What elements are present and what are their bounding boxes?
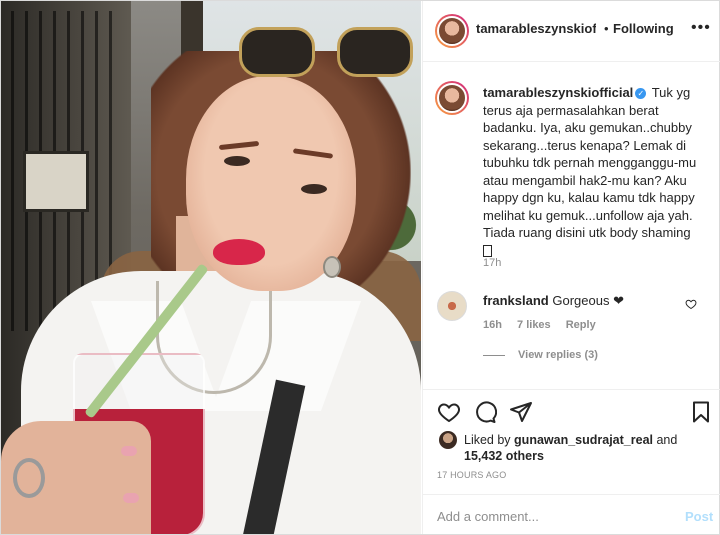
lips [213,239,265,265]
comment-text: Gorgeous ❤ [552,293,624,308]
comment-icon[interactable] [473,400,497,424]
background-window [23,151,89,212]
more-icon[interactable]: ••• [691,19,711,37]
comment-username[interactable]: franksland [483,293,549,308]
caption-username[interactable]: tamarableszynskiofficial [483,85,633,100]
caption-author-avatar[interactable] [435,81,469,115]
liker-username[interactable]: gunawan_sudrajat_real [514,433,653,447]
post-photo[interactable] [1,1,421,534]
bookmark-icon[interactable] [689,400,713,424]
verified-icon: ✓ [635,88,647,100]
instagram-post-modal: tamarableszynskiofficial • Following •••… [0,0,720,535]
post-side-panel: tamarableszynskiofficial • Following •••… [422,1,720,534]
add-comment-bar: Post [423,494,720,535]
reply-button[interactable]: Reply [566,319,596,331]
liked-by-prefix: Liked by [464,433,511,447]
view-replies-line [483,355,505,356]
post-caption: tamarableszynskiofficial ✓ Tuk yg terus a… [483,84,703,259]
eye-left [224,156,250,166]
post-comment-button[interactable]: Post [685,509,713,524]
following-button[interactable]: Following [613,21,674,36]
earring [323,256,341,278]
liked-connector: and [656,433,678,447]
share-icon[interactable] [509,400,533,424]
liked-others[interactable]: 15,432 others [464,449,544,463]
post-header: tamarableszynskiofficial • Following ••• [423,1,720,62]
comment-likes[interactable]: 7 likes [517,319,551,331]
eye-right [301,184,327,194]
comment-meta: 16h 7 likes Reply [483,319,608,331]
lens-right [337,27,413,77]
author-avatar[interactable] [435,14,469,48]
view-replies-button[interactable]: View replies (3) [518,349,598,361]
sunglasses [229,23,419,83]
comment: franksland Gorgeous ❤ [483,293,624,309]
comment-time[interactable]: 16h [483,319,502,331]
separator-dot: • [604,21,609,36]
post-timestamp[interactable]: 17 HOURS AGO [437,470,506,480]
fingernail [123,493,139,503]
caption-time[interactable]: 17h [483,257,501,269]
fingernail [121,446,137,456]
emoji-placeholder-icon [483,245,492,258]
liker-avatar[interactable] [439,431,457,449]
caption-text: Tuk yg terus aja permasalahkan berat bad… [483,85,697,240]
likes-summary: Liked by gunawan_sudrajat_real and 15,43… [464,432,704,464]
commenter-avatar[interactable] [437,291,467,321]
ring [13,458,45,498]
heart-icon[interactable] [437,400,461,424]
author-username[interactable]: tamarableszynskiofficial [476,21,596,36]
add-comment-input[interactable] [437,508,657,524]
lens-left [239,27,315,77]
comment-like-heart-icon[interactable] [685,298,697,310]
